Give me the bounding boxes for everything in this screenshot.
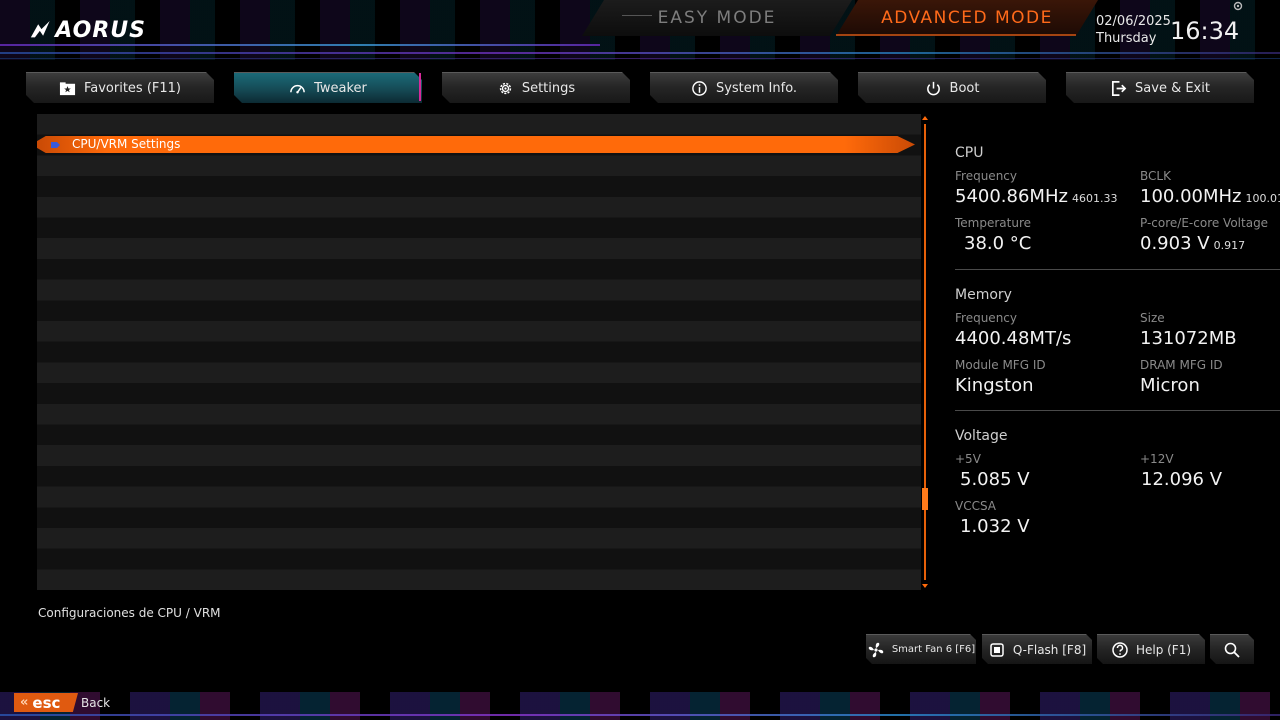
bclk-label: BCLK: [1140, 169, 1171, 183]
cpu-voltage-label: P-core/E-core Voltage: [1140, 216, 1269, 230]
tab-label: System Info.: [715, 80, 798, 96]
list-item-label: CPU/VRM Settings: [72, 137, 181, 151]
tab-favorites[interactable]: Favorites (F11): [26, 72, 214, 103]
help-icon: [1111, 641, 1129, 659]
tab-label: Tweaker: [314, 80, 367, 96]
search-button[interactable]: [1210, 634, 1254, 664]
button-label: Q-Flash [F8]: [1012, 642, 1087, 657]
info-icon: [691, 80, 708, 97]
info-divider: [955, 410, 1280, 411]
button-label: Smart Fan 6 [F6]: [891, 644, 976, 655]
scroll-down-icon[interactable]: [921, 582, 929, 590]
header-accent-line: [0, 52, 1280, 54]
scroll-up-icon[interactable]: [921, 114, 929, 122]
tab-label: Settings: [521, 80, 576, 96]
list-scrollbar[interactable]: [921, 114, 929, 592]
cpu-frequency-value: 5400.86MHz 4601.33: [955, 186, 1118, 207]
tab-label: Save & Exit: [1135, 80, 1210, 96]
time-display: 16:34: [1170, 17, 1240, 45]
memory-section-title: Memory: [955, 287, 1012, 303]
settings-list: [37, 114, 921, 590]
cpu-temperature-label: Temperature: [955, 216, 1032, 230]
esc-back-button[interactable]: « esc: [14, 693, 78, 712]
qflash-button[interactable]: Q-Flash [F8]: [982, 634, 1092, 664]
chip-icon: [988, 641, 1006, 659]
aorus-logo: AORUS: [30, 15, 146, 45]
easy-mode-button[interactable]: EASY MODE: [582, 0, 852, 36]
logo-text: AORUS: [55, 17, 146, 43]
star-folder-icon: [59, 80, 76, 97]
tab-label: Boot: [949, 80, 980, 96]
vccsa-label: VCCSA: [955, 499, 997, 513]
footer-accent-line: [0, 714, 1280, 716]
item-marker-icon: [51, 141, 60, 148]
v12-label: +12V: [1140, 452, 1174, 466]
module-mfg-label: Module MFG ID: [955, 358, 1046, 372]
weekday-display: Thursday: [1096, 31, 1157, 46]
info-divider: [955, 269, 1280, 270]
vccsa-value: 1.032 V: [960, 516, 1030, 537]
tab-boot[interactable]: Boot: [858, 72, 1046, 103]
button-label: Help (F1): [1135, 642, 1192, 657]
memory-frequency-value: 4400.48MT/s: [955, 328, 1072, 349]
v5-label: +5V: [955, 452, 981, 466]
header-accent-line: [0, 58, 1280, 59]
gear-icon: [497, 80, 514, 97]
voltage-section-title: Voltage: [955, 428, 1008, 444]
power-icon: [925, 80, 942, 97]
scroll-track: [924, 124, 926, 580]
memory-size-label: Size: [1140, 311, 1165, 325]
advanced-mode-underline: [836, 34, 1076, 36]
active-tab-edge: [419, 73, 421, 101]
eagle-icon: [30, 20, 50, 38]
item-help-text: Configuraciones de CPU / VRM: [38, 606, 221, 620]
memory-frequency-label: Frequency: [955, 311, 1017, 325]
tab-save-exit[interactable]: Save & Exit: [1066, 72, 1254, 103]
search-icon: [1223, 641, 1241, 659]
tab-label: Favorites (F11): [83, 80, 182, 96]
cpu-frequency-label: Frequency: [955, 169, 1017, 183]
dram-mfg-label: DRAM MFG ID: [1140, 358, 1223, 372]
tab-system-info[interactable]: System Info.: [650, 72, 838, 103]
v5-value: 5.085 V: [960, 469, 1030, 490]
cpu-section-title: CPU: [955, 145, 984, 161]
esc-key-label: esc: [32, 693, 61, 712]
tab-settings[interactable]: Settings: [442, 72, 630, 103]
memory-size-value: 131072MB: [1140, 328, 1237, 349]
gear-icon[interactable]: [1232, 0, 1244, 12]
speedometer-icon: [289, 80, 306, 97]
date-display: 02/06/2025: [1096, 14, 1171, 29]
advanced-mode-button[interactable]: ADVANCED MODE: [836, 0, 1098, 36]
cpu-voltage-value: 0.903 V 0.917: [1140, 233, 1246, 254]
smart-fan-button[interactable]: Smart Fan 6 [F6]: [866, 634, 976, 664]
fan-icon: [867, 641, 885, 659]
bclk-value: 100.00MHz100.01: [1140, 186, 1280, 207]
tab-tweaker[interactable]: Tweaker: [234, 72, 422, 103]
double-chevron-left-icon: «: [20, 695, 29, 710]
help-button[interactable]: Help (F1): [1097, 634, 1205, 664]
cpu-temperature-value: 38.0 °C: [964, 233, 1032, 254]
dram-mfg-value: Micron: [1140, 375, 1200, 396]
module-mfg-value: Kingston: [955, 375, 1034, 396]
back-label: Back: [81, 696, 111, 710]
exit-icon: [1110, 80, 1127, 97]
v12-value: 12.096 V: [1141, 469, 1223, 490]
scroll-thumb[interactable]: [922, 488, 928, 510]
